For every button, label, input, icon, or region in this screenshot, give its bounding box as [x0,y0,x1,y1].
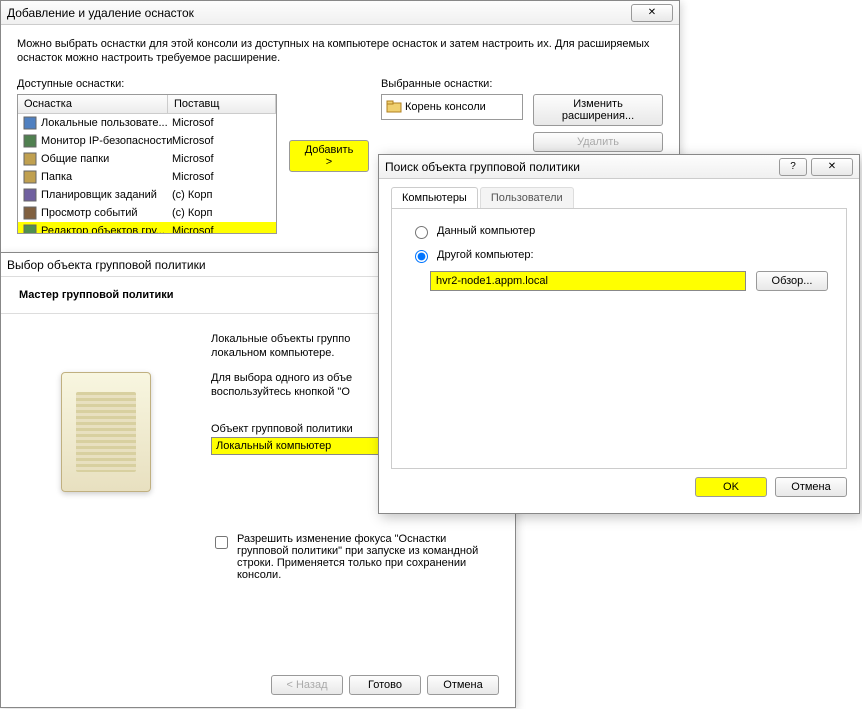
snapin-name: Локальные пользовате... [41,117,168,129]
snapin-name: Монитор IP-безопасности [41,135,172,147]
close-icon[interactable]: ✕ [631,4,673,22]
snapin-vendor: Microsof [172,153,272,165]
grid-header: Оснастка Поставщ [18,95,276,114]
folder-icon [386,99,402,115]
snapin-row[interactable]: Планировщик заданий (c) Корп [18,186,276,204]
snapin-name: Общие папки [41,153,109,165]
radio-other-computer[interactable] [415,250,428,263]
snapin-icon [22,205,38,221]
wizard-icon-panel [1,332,211,581]
radio-this-label: Данный компьютер [437,225,535,237]
ok-button[interactable]: OK [695,477,767,497]
snapin-vendor: Microsof [172,135,272,147]
tab-strip: Компьютеры Пользователи [391,187,847,209]
tab-computers[interactable]: Компьютеры [391,187,478,208]
snapin-icon [22,169,38,185]
back-button: < Назад [271,675,343,695]
snapin-vendor: Microsof [172,117,272,129]
snapin-row[interactable]: Просмотр событий (c) Корп [18,204,276,222]
snapin-icon [22,115,38,131]
finish-button[interactable]: Готово [349,675,421,695]
window-title: Добавление и удаление оснасток [7,6,631,20]
snapin-icon [22,133,38,149]
snapin-name: Просмотр событий [41,207,138,219]
selected-label: Выбранные оснастки: [381,78,663,90]
col-vendor: Поставщ [168,95,276,113]
snapin-icon [22,223,38,234]
snapin-row[interactable]: Локальные пользовате... Microsof [18,114,276,132]
description-text: Можно выбрать оснастки для этой консоли … [17,37,663,66]
snapin-row[interactable]: Папка Microsof [18,168,276,186]
checkbox-label: Разрешить изменение фокуса "Оснастки гру… [237,533,497,581]
focus-checkbox[interactable] [215,536,228,549]
tab-users[interactable]: Пользователи [480,187,574,208]
snapin-vendor: Microsof [172,171,272,183]
add-button[interactable]: Добавить > [289,140,369,172]
snapin-name: Папка [41,171,72,183]
root-console-label: Корень консоли [405,101,486,113]
scroll-icon [61,372,151,492]
help-icon[interactable]: ? [779,158,807,176]
snapin-row[interactable]: Общие папки Microsof [18,150,276,168]
cancel-button[interactable]: Отмена [775,477,847,497]
gpo-browse-dialog: Поиск объекта групповой политики ? ✕ Ком… [378,154,860,514]
radio-this-computer[interactable] [415,226,428,239]
selected-snapins-box[interactable]: Корень консоли [381,94,523,120]
remove-button: Удалить [533,132,663,152]
available-snapins-grid[interactable]: Оснастка Поставщ Локальные пользовате...… [17,94,277,234]
edit-extensions-button[interactable]: Изменить расширения... [533,94,663,126]
browse-button[interactable]: Обзор... [756,271,828,291]
snapin-vendor: (c) Корп [172,189,272,201]
close-icon[interactable]: ✕ [811,158,853,176]
tab-pane: Данный компьютер Другой компьютер: Обзор… [391,209,847,469]
snapin-name: Редактор объектов гру... [41,225,165,234]
snapin-vendor: (c) Корп [172,207,272,219]
snapin-name: Планировщик заданий [41,189,157,201]
snapin-icon [22,151,38,167]
available-label: Доступные оснастки: [17,78,277,90]
snapin-icon [22,187,38,203]
cancel-button[interactable]: Отмена [427,675,499,695]
col-snapin: Оснастка [18,95,168,113]
snapin-row[interactable]: Редактор объектов гру... Microsof [18,222,276,234]
radio-other-label: Другой компьютер: [437,249,534,261]
titlebar: Поиск объекта групповой политики ? ✕ [379,155,859,179]
computer-name-input[interactable] [430,271,746,291]
titlebar: Добавление и удаление оснасток ✕ [1,1,679,25]
snapin-vendor: Microsof [172,225,272,234]
snapin-row[interactable]: Монитор IP-безопасностиMicrosof [18,132,276,150]
window-title: Поиск объекта групповой политики [385,160,779,174]
